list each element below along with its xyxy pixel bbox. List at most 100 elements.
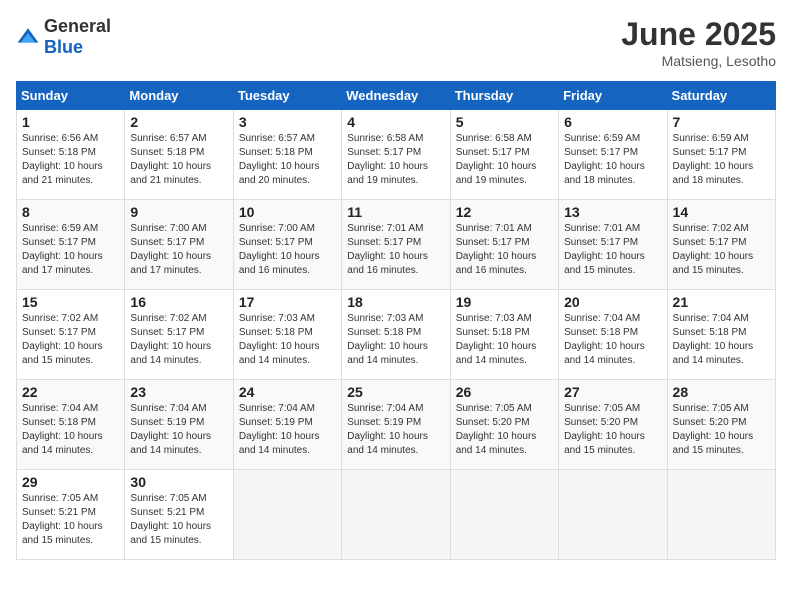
day-number: 6: [564, 114, 661, 130]
table-row: 13 Sunrise: 7:01 AM Sunset: 5:17 PM Dayl…: [559, 200, 667, 290]
calendar-title: June 2025: [621, 16, 776, 53]
table-row: [342, 470, 450, 560]
day-info: Sunrise: 7:03 AM Sunset: 5:18 PM Dayligh…: [456, 312, 553, 368]
table-row: 9 Sunrise: 7:00 AM Sunset: 5:17 PM Dayli…: [125, 200, 233, 290]
day-number: 4: [347, 114, 444, 130]
day-number: 30: [130, 474, 227, 490]
day-info: Sunrise: 6:57 AM Sunset: 5:18 PM Dayligh…: [130, 132, 227, 188]
day-number: 8: [22, 204, 119, 220]
day-number: 21: [673, 294, 770, 310]
day-info: Sunrise: 7:01 AM Sunset: 5:17 PM Dayligh…: [347, 222, 444, 278]
table-row: 11 Sunrise: 7:01 AM Sunset: 5:17 PM Dayl…: [342, 200, 450, 290]
day-number: 24: [239, 384, 336, 400]
calendar-week-row: 15 Sunrise: 7:02 AM Sunset: 5:17 PM Dayl…: [17, 290, 776, 380]
day-info: Sunrise: 7:04 AM Sunset: 5:18 PM Dayligh…: [673, 312, 770, 368]
day-info: Sunrise: 6:58 AM Sunset: 5:17 PM Dayligh…: [347, 132, 444, 188]
calendar-week-row: 29 Sunrise: 7:05 AM Sunset: 5:21 PM Dayl…: [17, 470, 776, 560]
col-saturday: Saturday: [667, 82, 775, 110]
day-number: 18: [347, 294, 444, 310]
day-info: Sunrise: 7:05 AM Sunset: 5:20 PM Dayligh…: [673, 402, 770, 458]
calendar-week-row: 8 Sunrise: 6:59 AM Sunset: 5:17 PM Dayli…: [17, 200, 776, 290]
day-number: 10: [239, 204, 336, 220]
table-row: 29 Sunrise: 7:05 AM Sunset: 5:21 PM Dayl…: [17, 470, 125, 560]
col-thursday: Thursday: [450, 82, 558, 110]
day-number: 20: [564, 294, 661, 310]
logo-blue: Blue: [44, 37, 83, 57]
table-row: 20 Sunrise: 7:04 AM Sunset: 5:18 PM Dayl…: [559, 290, 667, 380]
table-row: 27 Sunrise: 7:05 AM Sunset: 5:20 PM Dayl…: [559, 380, 667, 470]
day-info: Sunrise: 7:02 AM Sunset: 5:17 PM Dayligh…: [673, 222, 770, 278]
day-number: 13: [564, 204, 661, 220]
day-info: Sunrise: 7:01 AM Sunset: 5:17 PM Dayligh…: [564, 222, 661, 278]
table-row: 21 Sunrise: 7:04 AM Sunset: 5:18 PM Dayl…: [667, 290, 775, 380]
table-row: 23 Sunrise: 7:04 AM Sunset: 5:19 PM Dayl…: [125, 380, 233, 470]
table-row: 7 Sunrise: 6:59 AM Sunset: 5:17 PM Dayli…: [667, 110, 775, 200]
table-row: 8 Sunrise: 6:59 AM Sunset: 5:17 PM Dayli…: [17, 200, 125, 290]
day-info: Sunrise: 7:03 AM Sunset: 5:18 PM Dayligh…: [347, 312, 444, 368]
day-number: 14: [673, 204, 770, 220]
table-row: 30 Sunrise: 7:05 AM Sunset: 5:21 PM Dayl…: [125, 470, 233, 560]
logo: General Blue: [16, 16, 111, 58]
day-number: 22: [22, 384, 119, 400]
table-row: 14 Sunrise: 7:02 AM Sunset: 5:17 PM Dayl…: [667, 200, 775, 290]
table-row: 18 Sunrise: 7:03 AM Sunset: 5:18 PM Dayl…: [342, 290, 450, 380]
day-number: 3: [239, 114, 336, 130]
day-info: Sunrise: 7:02 AM Sunset: 5:17 PM Dayligh…: [130, 312, 227, 368]
calendar-table: Sunday Monday Tuesday Wednesday Thursday…: [16, 81, 776, 560]
day-info: Sunrise: 7:04 AM Sunset: 5:19 PM Dayligh…: [130, 402, 227, 458]
day-info: Sunrise: 7:04 AM Sunset: 5:19 PM Dayligh…: [239, 402, 336, 458]
logo-general: General: [44, 16, 111, 36]
table-row: 25 Sunrise: 7:04 AM Sunset: 5:19 PM Dayl…: [342, 380, 450, 470]
table-row: [233, 470, 341, 560]
day-info: Sunrise: 7:01 AM Sunset: 5:17 PM Dayligh…: [456, 222, 553, 278]
table-row: 5 Sunrise: 6:58 AM Sunset: 5:17 PM Dayli…: [450, 110, 558, 200]
table-row: 22 Sunrise: 7:04 AM Sunset: 5:18 PM Dayl…: [17, 380, 125, 470]
col-tuesday: Tuesday: [233, 82, 341, 110]
day-number: 12: [456, 204, 553, 220]
day-info: Sunrise: 7:04 AM Sunset: 5:18 PM Dayligh…: [22, 402, 119, 458]
table-row: [450, 470, 558, 560]
table-row: 24 Sunrise: 7:04 AM Sunset: 5:19 PM Dayl…: [233, 380, 341, 470]
table-row: [559, 470, 667, 560]
day-number: 27: [564, 384, 661, 400]
day-number: 19: [456, 294, 553, 310]
day-number: 16: [130, 294, 227, 310]
table-row: 1 Sunrise: 6:56 AM Sunset: 5:18 PM Dayli…: [17, 110, 125, 200]
calendar-week-row: 1 Sunrise: 6:56 AM Sunset: 5:18 PM Dayli…: [17, 110, 776, 200]
day-info: Sunrise: 7:05 AM Sunset: 5:21 PM Dayligh…: [130, 492, 227, 548]
table-row: 2 Sunrise: 6:57 AM Sunset: 5:18 PM Dayli…: [125, 110, 233, 200]
day-info: Sunrise: 7:00 AM Sunset: 5:17 PM Dayligh…: [130, 222, 227, 278]
day-number: 17: [239, 294, 336, 310]
table-row: 6 Sunrise: 6:59 AM Sunset: 5:17 PM Dayli…: [559, 110, 667, 200]
day-info: Sunrise: 6:59 AM Sunset: 5:17 PM Dayligh…: [564, 132, 661, 188]
day-info: Sunrise: 7:04 AM Sunset: 5:18 PM Dayligh…: [564, 312, 661, 368]
day-info: Sunrise: 7:02 AM Sunset: 5:17 PM Dayligh…: [22, 312, 119, 368]
day-info: Sunrise: 7:03 AM Sunset: 5:18 PM Dayligh…: [239, 312, 336, 368]
calendar-subtitle: Matsieng, Lesotho: [621, 53, 776, 69]
table-row: 10 Sunrise: 7:00 AM Sunset: 5:17 PM Dayl…: [233, 200, 341, 290]
day-info: Sunrise: 6:58 AM Sunset: 5:17 PM Dayligh…: [456, 132, 553, 188]
table-row: 12 Sunrise: 7:01 AM Sunset: 5:17 PM Dayl…: [450, 200, 558, 290]
day-number: 29: [22, 474, 119, 490]
calendar-header-row: Sunday Monday Tuesday Wednesday Thursday…: [17, 82, 776, 110]
day-info: Sunrise: 7:00 AM Sunset: 5:17 PM Dayligh…: [239, 222, 336, 278]
day-number: 23: [130, 384, 227, 400]
day-info: Sunrise: 7:05 AM Sunset: 5:20 PM Dayligh…: [456, 402, 553, 458]
col-wednesday: Wednesday: [342, 82, 450, 110]
day-info: Sunrise: 7:05 AM Sunset: 5:21 PM Dayligh…: [22, 492, 119, 548]
header: General Blue June 2025 Matsieng, Lesotho: [16, 16, 776, 69]
table-row: [667, 470, 775, 560]
table-row: 3 Sunrise: 6:57 AM Sunset: 5:18 PM Dayli…: [233, 110, 341, 200]
col-friday: Friday: [559, 82, 667, 110]
table-row: 15 Sunrise: 7:02 AM Sunset: 5:17 PM Dayl…: [17, 290, 125, 380]
day-info: Sunrise: 6:59 AM Sunset: 5:17 PM Dayligh…: [673, 132, 770, 188]
day-number: 25: [347, 384, 444, 400]
table-row: 19 Sunrise: 7:03 AM Sunset: 5:18 PM Dayl…: [450, 290, 558, 380]
day-info: Sunrise: 7:04 AM Sunset: 5:19 PM Dayligh…: [347, 402, 444, 458]
day-number: 7: [673, 114, 770, 130]
col-sunday: Sunday: [17, 82, 125, 110]
day-info: Sunrise: 7:05 AM Sunset: 5:20 PM Dayligh…: [564, 402, 661, 458]
table-row: 4 Sunrise: 6:58 AM Sunset: 5:17 PM Dayli…: [342, 110, 450, 200]
table-row: 16 Sunrise: 7:02 AM Sunset: 5:17 PM Dayl…: [125, 290, 233, 380]
logo-icon: [16, 25, 40, 49]
